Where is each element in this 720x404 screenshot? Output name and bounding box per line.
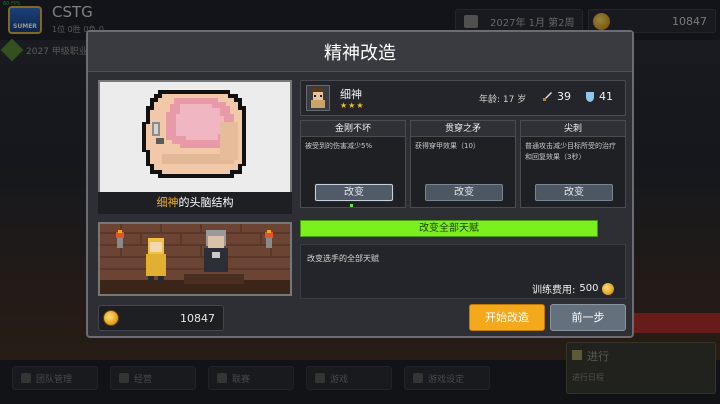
scene-pixel-art: [100, 224, 290, 294]
brain-caption-text: 的头脑结构: [178, 196, 234, 209]
coin-icon: [602, 282, 615, 295]
mental-reform-dialog: 精神改造 细神的头脑结构 10847 细神 ★★★ 年龄: 17 岁 39 41…: [86, 30, 634, 338]
talent-card: 贯穿之矛 获得穿甲效果（10） 改变: [410, 120, 516, 208]
dialog-title: 精神改造: [88, 32, 632, 72]
talent-title: 尖刺: [521, 121, 625, 137]
attack-value: 39: [557, 90, 571, 103]
coin-icon: [103, 310, 119, 326]
player-avatar: [306, 85, 330, 111]
cursor-icon: [350, 204, 353, 207]
previous-step-button[interactable]: 前一步: [550, 304, 626, 331]
fee-label: 训练费用:: [532, 285, 576, 296]
talent-description: 被受到的伤害减少5%: [305, 142, 373, 150]
talent-description: 获得穿甲效果（10）: [415, 142, 480, 150]
defense-stat: 41: [585, 90, 613, 103]
attack-stat: 39: [541, 90, 571, 103]
brain-caption: 细神的头脑结构: [98, 192, 292, 214]
info-description: 改变选手的全部天赋: [307, 254, 379, 263]
change-talent-button[interactable]: 改变: [425, 184, 503, 201]
change-talent-button[interactable]: 改变: [535, 184, 613, 201]
brain-pixel-art: [100, 82, 290, 192]
avatar-pixel-art: [311, 88, 325, 108]
training-scene: [98, 222, 292, 296]
defense-value: 41: [599, 90, 613, 103]
shield-icon: [586, 91, 594, 102]
player-stars: ★★★: [340, 101, 365, 110]
training-fee: 训练费用: 500: [532, 281, 615, 296]
talent-description: 普通攻击减少目标所受的治疗和回复效果（3秒）: [525, 142, 616, 161]
player-name: 细神: [340, 88, 362, 101]
sword-icon: [543, 91, 552, 101]
fee-value: 500: [579, 283, 599, 294]
player-name-highlight: 细神: [156, 196, 179, 209]
talent-title: 金刚不坏: [301, 121, 405, 137]
start-reform-button[interactable]: 开始改造: [469, 304, 545, 331]
talent-card: 金刚不坏 被受到的伤害减少5% 改变: [300, 120, 406, 208]
change-talent-button[interactable]: 改变: [315, 184, 393, 201]
talent-title: 贯穿之矛: [411, 121, 515, 137]
coin-balance: 10847: [98, 305, 224, 331]
player-card: 细神 ★★★ 年龄: 17 岁 39 41: [300, 80, 626, 116]
coin-balance-value: 10847: [180, 312, 215, 325]
change-all-talents-button[interactable]: 改变全部天赋: [300, 220, 598, 237]
player-age: 年龄: 17 岁: [479, 95, 527, 105]
talent-card: 尖刺 普通攻击减少目标所受的治疗和回复效果（3秒） 改变: [520, 120, 626, 208]
